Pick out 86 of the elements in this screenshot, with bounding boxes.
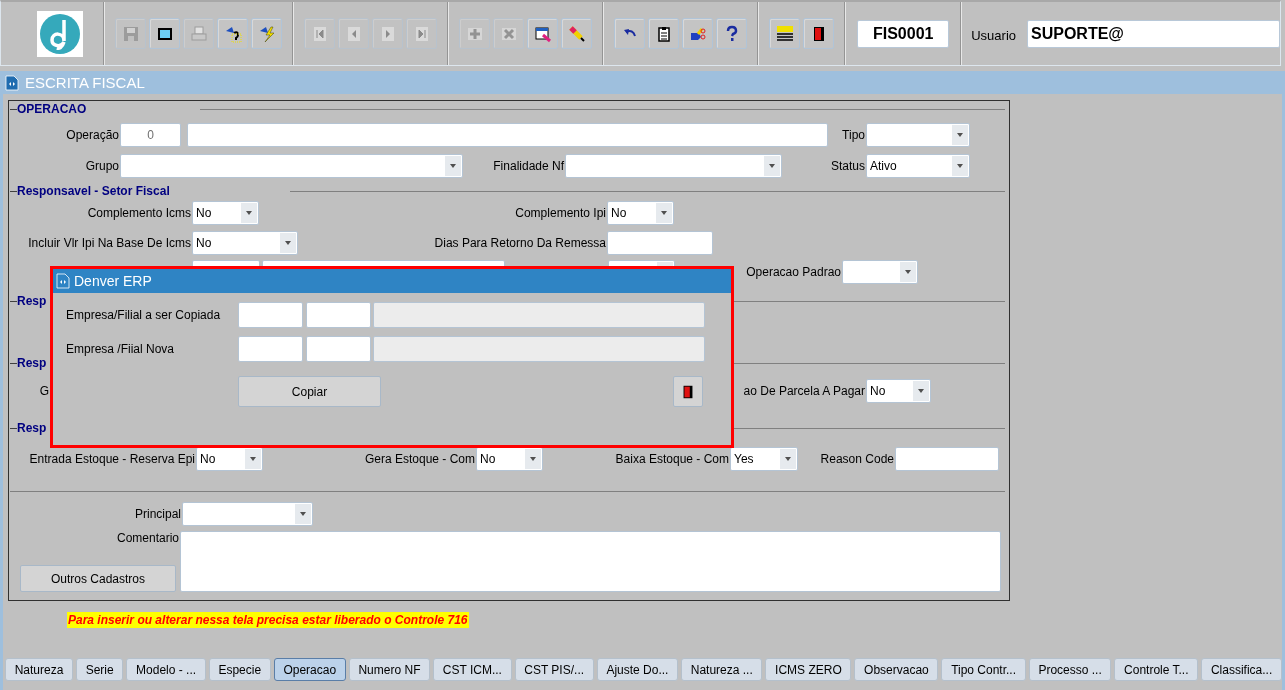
exit-button[interactable] [673, 376, 703, 407]
tab[interactable]: Tipo Contr... [941, 658, 1026, 681]
text-field[interactable] [238, 302, 303, 328]
copy-button[interactable]: Copiar [238, 376, 381, 407]
tab[interactable]: Modelo - ... [126, 658, 206, 681]
text-field[interactable] [238, 336, 303, 362]
tab[interactable]: Classifica... [1201, 658, 1282, 681]
field-label: G [39, 383, 49, 398]
text-field[interactable] [895, 446, 999, 471]
dropdown-field[interactable]: No [866, 378, 931, 403]
field-label: ao De Parcela A Pagar [743, 383, 865, 398]
tab[interactable]: Ajuste Do... [596, 658, 679, 681]
tab[interactable]: Numero NF [348, 658, 431, 681]
text-field[interactable] [306, 336, 371, 362]
toolbar-button[interactable] [803, 18, 835, 49]
field-label: Dias Para Retorno Da Remessa [434, 235, 606, 250]
dialog-title: Denver ERP [74, 273, 152, 289]
dropdown-field[interactable]: No [192, 200, 259, 225]
tab[interactable]: ICMS ZERO [765, 658, 852, 681]
dropdown-field[interactable] [842, 259, 918, 284]
user-label: Usuario [971, 27, 1016, 43]
toolbar-button[interactable] [149, 18, 181, 49]
field-label: Status [830, 158, 865, 173]
printer-icon [189, 24, 208, 43]
screen-code: FIS0001 [857, 19, 950, 48]
field-label: Principal [134, 506, 181, 521]
tab[interactable]: Serie [76, 658, 124, 681]
section-title: OPERACAO [17, 102, 87, 116]
field-label: Complemento Ipi [515, 205, 606, 220]
field-label: Empresa /Fiial Nova [66, 342, 176, 356]
dropdown-field[interactable]: No [607, 200, 674, 225]
dropdown-field[interactable]: No [476, 446, 543, 471]
form-icon [5, 74, 19, 91]
dropdown-field[interactable] [182, 501, 313, 526]
field-label: Operacao Padrao [746, 264, 841, 279]
tab[interactable]: CST ICM... [433, 658, 512, 681]
edit-icon [533, 24, 552, 43]
field-label: Entrada Estoque - Reserva Epi [29, 451, 195, 466]
other-records-button[interactable]: Outros Cadastros [20, 565, 176, 592]
section-title: Resp [17, 294, 47, 308]
warning-message: Para inserir ou alterar nessa tela precisa estar liberado o Controle 716 [67, 612, 469, 628]
dropdown-field[interactable] [565, 153, 782, 178]
tab[interactable]: Natureza ... [681, 658, 763, 681]
field-label: Tipo [842, 127, 865, 142]
text-field[interactable] [306, 302, 371, 328]
field-label: Empresa/Filial a ser Copiada [66, 308, 222, 322]
logo [37, 10, 83, 57]
form-icon [56, 273, 70, 289]
text-field[interactable] [607, 230, 713, 255]
code-field[interactable]: 0 [120, 122, 181, 147]
dropdown-field[interactable] [120, 153, 463, 178]
tab[interactable]: Controle T... [1114, 658, 1199, 681]
field-label: Gera Estoque - Com [364, 451, 475, 466]
dropdown-field[interactable]: Yes [730, 446, 798, 471]
section-title: Responsavel - Setor Fiscal [17, 184, 170, 198]
menu-icon [775, 24, 794, 43]
field-label: Operação [66, 127, 119, 142]
field-label: Reason Code [820, 451, 894, 466]
section-title: Resp [17, 421, 47, 435]
user-field[interactable]: SUPORTE@ [1027, 19, 1280, 48]
field-label: Comentario [116, 531, 179, 545]
tab[interactable]: Especie [208, 658, 271, 681]
tab[interactable]: Natureza [5, 658, 74, 681]
toolbar-button[interactable] [614, 18, 646, 49]
eraser-icon [567, 24, 586, 43]
dropdown-field[interactable]: Ativo [866, 153, 970, 178]
toolbar-button[interactable] [716, 18, 748, 49]
toolbar-button[interactable] [648, 18, 680, 49]
text-field[interactable] [187, 122, 828, 147]
tab[interactable]: CST PIS/... [514, 658, 594, 681]
section-title: Resp [17, 356, 47, 370]
field-label: Finalidade Nf [493, 158, 564, 173]
field-label: Incluir Vlr Ipi Na Base De Icms [28, 235, 191, 250]
toolbar-button[interactable] [527, 18, 559, 49]
field-label: Baixa Estoque - Com [615, 451, 729, 466]
tab[interactable]: Operacao [273, 658, 346, 681]
dropdown-field[interactable]: No [192, 230, 298, 255]
tab[interactable]: Processo ... [1028, 658, 1112, 681]
dropdown-field[interactable]: No [196, 446, 263, 471]
toolbar-button[interactable] [769, 18, 801, 49]
field-label: Grupo [85, 158, 119, 173]
tab[interactable]: Observacao [854, 658, 939, 681]
field-label: Complemento Icms [87, 205, 191, 220]
window-title: ESCRITA FISCAL [25, 74, 145, 91]
comment-field[interactable] [180, 531, 1001, 592]
dropdown-field[interactable] [866, 122, 970, 147]
